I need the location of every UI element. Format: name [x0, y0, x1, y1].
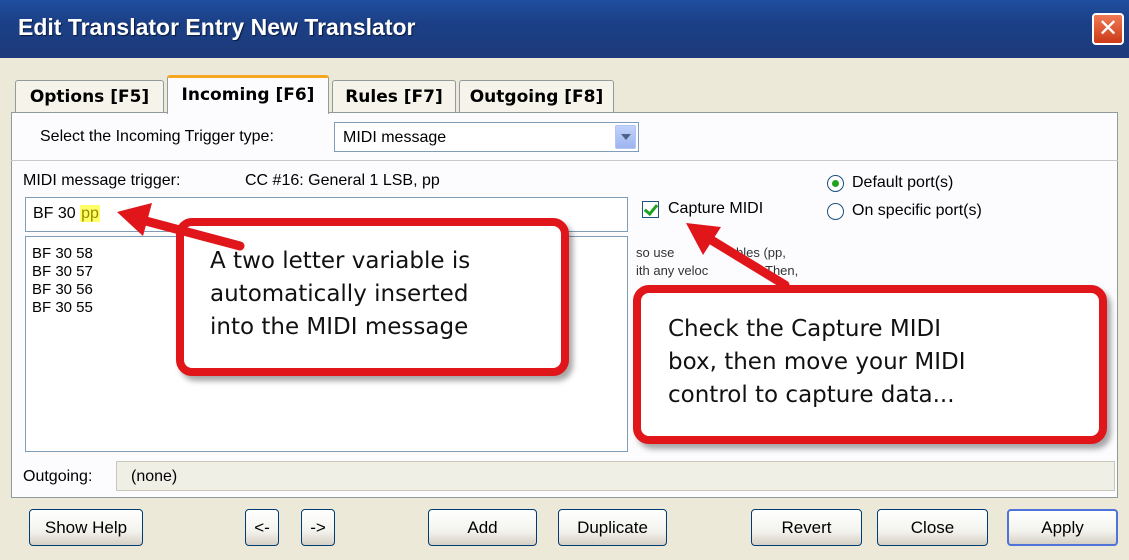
arrow-left-icon — [117, 203, 245, 251]
callout-arrows — [117, 203, 790, 290]
arrow-right-icon — [686, 223, 790, 290]
